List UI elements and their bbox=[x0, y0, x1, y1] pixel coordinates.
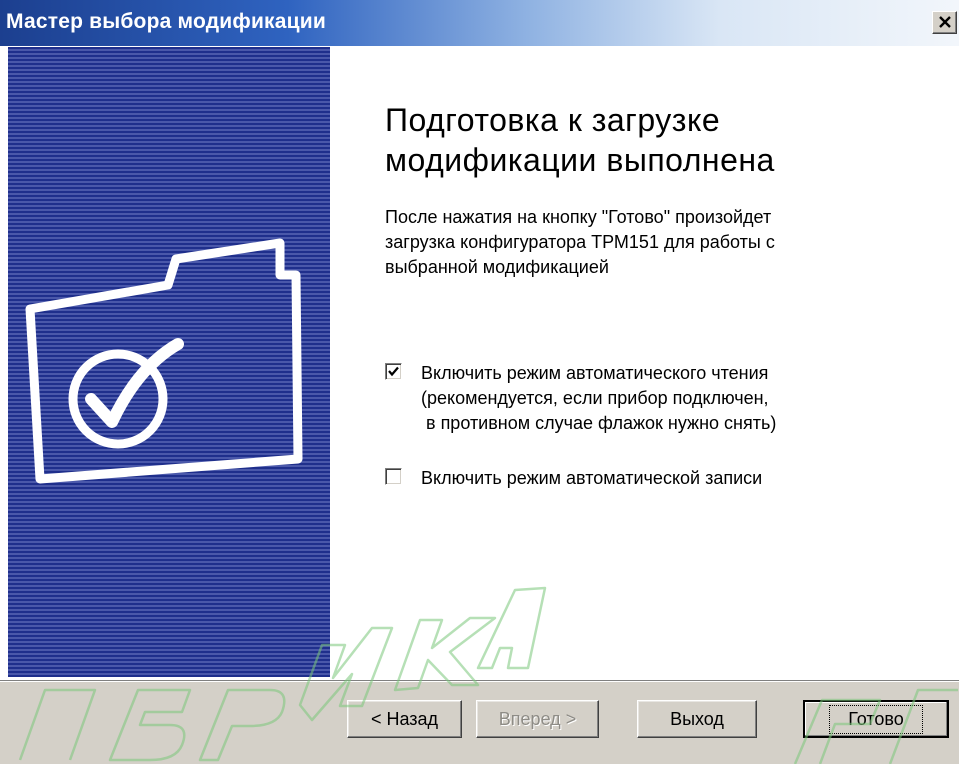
auto-write-checkbox[interactable] bbox=[385, 468, 402, 485]
wizard-sidebar-banner bbox=[8, 47, 330, 677]
close-icon bbox=[938, 16, 951, 28]
description-line-1: После нажатия на кнопку "Готово" произой… bbox=[385, 207, 772, 227]
auto-read-option[interactable]: Включить режим автоматического чтения (р… bbox=[385, 361, 776, 436]
wizard-window: Мастер выбора модификации Подготовка к з… bbox=[0, 0, 959, 764]
folder-check-icon bbox=[25, 238, 303, 484]
exit-button[interactable]: Выход bbox=[637, 700, 757, 738]
title-bar[interactable]: Мастер выбора модификации bbox=[0, 0, 959, 46]
description-line-2: загрузка конфигуратора ТРМ151 для работы… bbox=[385, 232, 775, 252]
heading-line-1: Подготовка к загрузке bbox=[385, 102, 721, 138]
next-button[interactable]: Вперед > bbox=[476, 700, 599, 738]
exit-button-label: Выход bbox=[670, 708, 724, 729]
auto-write-label: Включить режим автоматической записи bbox=[421, 466, 762, 491]
auto-read-label: Включить режим автоматического чтения (р… bbox=[421, 361, 776, 436]
page-heading: Подготовка к загрузке модификации выполн… bbox=[385, 100, 885, 180]
description-text: После нажатия на кнопку "Готово" произой… bbox=[385, 205, 885, 280]
checkmark-icon bbox=[388, 366, 399, 377]
window-title: Мастер выбора модификации bbox=[6, 10, 326, 33]
auto-write-option[interactable]: Включить режим автоматической записи bbox=[385, 466, 762, 491]
auto-write-label-line-1: Включить режим автоматической записи bbox=[421, 468, 763, 488]
finish-button[interactable]: Готово bbox=[803, 700, 949, 738]
auto-read-label-line-3: в противном случае флажок нужно снять) bbox=[421, 413, 777, 433]
description-line-3: выбранной модификацией bbox=[385, 257, 609, 277]
button-bar-highlight bbox=[0, 681, 959, 682]
back-button[interactable]: < Назад bbox=[347, 700, 462, 738]
auto-read-checkbox[interactable] bbox=[385, 363, 402, 380]
auto-read-label-line-2: (рекомендуется, если прибор подключен, bbox=[421, 388, 769, 408]
heading-line-2: модификации выполнена bbox=[385, 142, 775, 178]
auto-read-label-line-1: Включить режим автоматического чтения bbox=[421, 363, 769, 383]
close-button[interactable] bbox=[932, 11, 957, 34]
finish-button-label: Готово bbox=[829, 704, 923, 734]
